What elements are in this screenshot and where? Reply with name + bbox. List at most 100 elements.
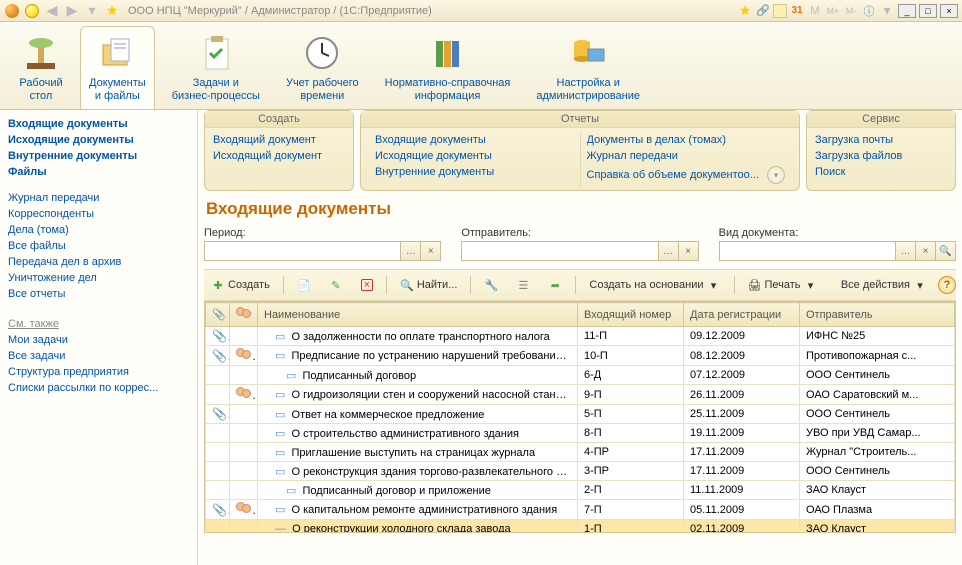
panel-link[interactable]: Загрузка почты	[815, 132, 947, 148]
table-row[interactable]: 📎 ▭ О задолженности по оплате транспортн…	[206, 327, 955, 346]
table-row[interactable]: ▭ О гидроизоляции стен и сооружений насо…	[206, 385, 955, 405]
sidebar-item[interactable]: Списки рассылки по коррес...	[8, 380, 189, 396]
col-date[interactable]: Дата регистрации	[684, 303, 800, 327]
add-favorite-icon[interactable]: ★	[737, 3, 753, 19]
sender-select-button[interactable]: …	[659, 241, 679, 261]
section-desktop[interactable]: Рабочий стол	[10, 26, 72, 109]
col-sender[interactable]: Отправитель	[800, 303, 955, 327]
period-input[interactable]	[204, 241, 401, 261]
m-icon[interactable]: M	[807, 3, 823, 19]
panel-link[interactable]: Исходящие документы	[375, 148, 574, 164]
back-icon[interactable]: ◀	[44, 3, 60, 19]
export-button[interactable]: ➦	[541, 274, 569, 296]
panel-link[interactable]: Внутренние документы	[375, 164, 574, 180]
calculator-icon[interactable]	[773, 4, 787, 18]
list-icon: ☰	[516, 278, 530, 292]
type-select-button[interactable]: …	[896, 241, 916, 261]
panel-link[interactable]: Загрузка файлов	[815, 148, 947, 164]
sidebar-item[interactable]: Все отчеты	[8, 286, 189, 302]
panel-link[interactable]: Входящий документ	[213, 132, 345, 148]
sidebar-item[interactable]: Мои задачи	[8, 332, 189, 348]
table-row[interactable]: ▭ О строительство административного здан…	[206, 424, 955, 443]
history-dropdown-icon[interactable]: ▾	[84, 3, 100, 19]
sidebar-item[interactable]: Все задачи	[8, 348, 189, 364]
sidebar-item[interactable]: Структура предприятия	[8, 364, 189, 380]
period-select-button[interactable]: …	[401, 241, 421, 261]
section-tasks[interactable]: Задачи и бизнес-процессы	[163, 26, 269, 109]
favorites-icon[interactable]: ★	[104, 3, 120, 19]
cell-sender: ЗАО Клауст	[800, 520, 955, 534]
panel-link[interactable]: Справка об объеме документоо...▾	[587, 164, 786, 186]
table-row[interactable]: ▭ Подписанный договор6-Д07.12.2009ООО Се…	[206, 366, 955, 385]
table-row[interactable]: 📎 ▭ О капитальном ремонте административн…	[206, 500, 955, 520]
sidebar-item[interactable]: Корреспонденты	[8, 206, 189, 222]
panel-link[interactable]: Поиск	[815, 164, 947, 180]
printer-icon: 🖨	[748, 278, 762, 292]
sidebar-item[interactable]: Передача дел в архив	[8, 254, 189, 270]
section-documents[interactable]: Документы и файлы	[80, 26, 155, 109]
sidebar-item[interactable]: Все файлы	[8, 238, 189, 254]
table-row[interactable]: 📎 ▭ Предписание по устранению нарушений …	[206, 346, 955, 366]
section-reference[interactable]: Нормативно-справочная информация	[376, 26, 520, 109]
col-users[interactable]	[230, 303, 258, 327]
col-attachment[interactable]: 📎	[206, 303, 230, 327]
paperclip-icon: 📎	[206, 405, 230, 424]
cell-name: ▭ Подписанный договор	[258, 366, 578, 385]
help-button[interactable]: ?	[938, 276, 956, 294]
section-time[interactable]: Учет рабочего времени	[277, 26, 368, 109]
expand-icon[interactable]: ▾	[767, 166, 785, 184]
clear-filter-button[interactable]: 🔧	[477, 274, 505, 296]
table-row[interactable]: ▭ Приглашение выступить на страницах жур…	[206, 443, 955, 462]
panel-header: Создать	[205, 111, 353, 128]
find-button[interactable]: 🔍Найти...	[393, 274, 465, 296]
calendar-icon[interactable]: 31	[789, 3, 805, 19]
sender-clear-button[interactable]: ×	[679, 241, 699, 261]
forward-icon[interactable]: ▶	[64, 3, 80, 19]
table-row[interactable]: — О реконструкции холодного склада завод…	[206, 520, 955, 534]
sender-input[interactable]	[461, 241, 658, 261]
sidebar-item[interactable]: Журнал передачи	[8, 190, 189, 206]
menu-icon[interactable]	[24, 3, 40, 19]
sidebar-item[interactable]: Файлы	[8, 164, 189, 180]
type-search-button[interactable]: 🔍	[936, 241, 956, 261]
sidebar: Входящие документыИсходящие документыВну…	[0, 110, 198, 565]
copy-button[interactable]: 📄	[290, 274, 318, 296]
table-row[interactable]: ▭ Подписанный договор и приложение2-П11.…	[206, 481, 955, 500]
sidebar-item[interactable]: Уничтожение дел	[8, 270, 189, 286]
close-button[interactable]: ×	[940, 4, 958, 18]
sidebar-item[interactable]: Дела (тома)	[8, 222, 189, 238]
minimize-button[interactable]: _	[898, 4, 916, 18]
info-dropdown-icon[interactable]: ▾	[879, 3, 895, 19]
paperclip-icon: 📎	[206, 327, 230, 346]
period-clear-button[interactable]: ×	[421, 241, 441, 261]
info-icon[interactable]: ⓘ	[861, 3, 877, 19]
edit-button[interactable]: ✎	[322, 274, 350, 296]
create-based-button[interactable]: Создать на основании▾	[582, 274, 727, 296]
sidebar-item[interactable]: Исходящие документы	[8, 132, 189, 148]
panel-header: Отчеты	[361, 111, 799, 128]
cell-sender: ООО Сентинель	[800, 405, 955, 424]
panel-link[interactable]: Журнал передачи	[587, 148, 786, 164]
panel-link[interactable]: Исходящий документ	[213, 148, 345, 164]
print-button[interactable]: 🖨Печать▾	[741, 274, 825, 296]
panel-link[interactable]: Входящие документы	[375, 132, 574, 148]
table-row[interactable]: ▭ О реконструкция здания торгово-развлек…	[206, 462, 955, 481]
all-actions-button[interactable]: Все действия▾	[834, 274, 934, 296]
sidebar-item[interactable]: Входящие документы	[8, 116, 189, 132]
cell-date: 17.11.2009	[684, 462, 800, 481]
m-plus-icon[interactable]: M+	[825, 3, 841, 19]
links-icon[interactable]: 🔗	[755, 3, 771, 19]
type-clear-button[interactable]: ×	[916, 241, 936, 261]
delete-button[interactable]: ×	[354, 274, 380, 296]
maximize-button[interactable]: □	[919, 4, 937, 18]
type-input[interactable]	[719, 241, 896, 261]
panel-link[interactable]: Документы в делах (томах)	[587, 132, 786, 148]
sidebar-item[interactable]: Внутренние документы	[8, 148, 189, 164]
m-minus-icon[interactable]: M-	[843, 3, 859, 19]
create-button[interactable]: ✚Создать	[204, 274, 277, 296]
filter-button[interactable]: ☰	[509, 274, 537, 296]
col-num[interactable]: Входящий номер	[578, 303, 684, 327]
col-name[interactable]: Наименование	[258, 303, 578, 327]
section-admin[interactable]: Настройка и администрирование	[527, 26, 649, 109]
table-row[interactable]: 📎 ▭ Ответ на коммерческое предложение5-П…	[206, 405, 955, 424]
